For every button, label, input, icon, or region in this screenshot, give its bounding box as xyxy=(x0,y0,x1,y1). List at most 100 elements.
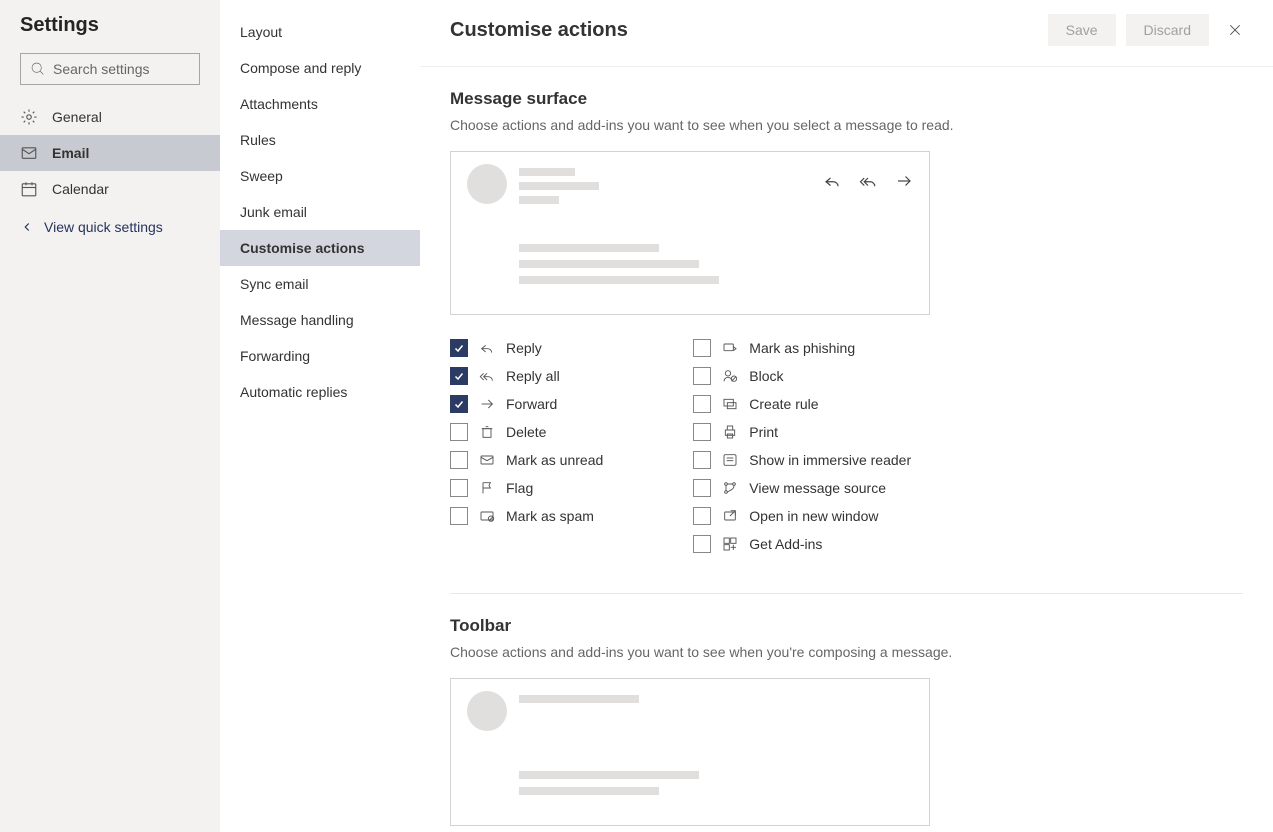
sidebar-item-email[interactable]: Email xyxy=(0,135,220,171)
action-mark-as-phishing[interactable]: Mark as phishing xyxy=(693,339,911,357)
action-label: Mark as spam xyxy=(506,508,594,524)
action-label: Show in immersive reader xyxy=(749,452,911,468)
flag-icon xyxy=(479,480,495,496)
preview-actions xyxy=(823,164,913,190)
checkbox[interactable] xyxy=(450,395,468,413)
checkbox[interactable] xyxy=(693,423,711,441)
toolbar-preview-card xyxy=(450,678,930,826)
action-label: View message source xyxy=(749,480,886,496)
action-label: Print xyxy=(749,424,778,440)
action-show-in-immersive-reader[interactable]: Show in immersive reader xyxy=(693,451,911,469)
reply-all-icon xyxy=(479,368,495,384)
forward-icon xyxy=(895,172,913,190)
checkbox[interactable] xyxy=(450,339,468,357)
subnav-item-message-handling[interactable]: Message handling xyxy=(220,302,420,338)
action-label: Delete xyxy=(506,424,546,440)
subnav-item-junk-email[interactable]: Junk email xyxy=(220,194,420,230)
subnav-item-compose-and-reply[interactable]: Compose and reply xyxy=(220,50,420,86)
action-icon xyxy=(721,340,739,356)
checkbox[interactable] xyxy=(450,507,468,525)
action-label: Block xyxy=(749,368,783,384)
sidebar-item-calendar[interactable]: Calendar xyxy=(0,171,220,207)
subnav-item-sweep[interactable]: Sweep xyxy=(220,158,420,194)
preview-body-lines xyxy=(519,771,913,795)
avatar-placeholder xyxy=(467,691,507,731)
window-icon xyxy=(722,508,738,524)
action-flag[interactable]: Flag xyxy=(450,479,603,497)
action-forward[interactable]: Forward xyxy=(450,395,603,413)
action-label: Reply xyxy=(506,340,542,356)
save-button[interactable]: Save xyxy=(1048,14,1116,46)
action-view-message-source[interactable]: View message source xyxy=(693,479,911,497)
action-create-rule[interactable]: Create rule xyxy=(693,395,911,413)
main-header: Customise actions Save Discard xyxy=(420,0,1273,60)
checkbox[interactable] xyxy=(450,451,468,469)
checkbox[interactable] xyxy=(693,339,711,357)
view-quick-settings[interactable]: View quick settings xyxy=(0,211,220,243)
action-label: Flag xyxy=(506,480,533,496)
action-label: Mark as phishing xyxy=(749,340,855,356)
action-icon xyxy=(478,452,496,468)
action-open-in-new-window[interactable]: Open in new window xyxy=(693,507,911,525)
checkbox[interactable] xyxy=(693,395,711,413)
block-icon xyxy=(722,368,738,384)
source-icon xyxy=(722,480,738,496)
close-icon xyxy=(1227,22,1243,38)
action-delete[interactable]: Delete xyxy=(450,423,603,441)
search-input[interactable] xyxy=(20,53,200,85)
reply-all-icon xyxy=(859,172,877,190)
action-icon xyxy=(721,508,739,524)
checkbox[interactable] xyxy=(693,367,711,385)
action-mark-as-unread[interactable]: Mark as unread xyxy=(450,451,603,469)
subnav-item-layout[interactable]: Layout xyxy=(220,14,420,50)
action-get-add-ins[interactable]: Get Add-ins xyxy=(693,535,911,553)
forward-icon xyxy=(479,396,495,412)
search-wrap xyxy=(20,53,200,85)
checkbox[interactable] xyxy=(450,423,468,441)
sidebar-item-label: Email xyxy=(52,145,89,161)
action-label: Get Add-ins xyxy=(749,536,822,552)
action-icon xyxy=(478,340,496,356)
subnav-item-customise-actions[interactable]: Customise actions xyxy=(220,230,420,266)
subnav-item-sync-email[interactable]: Sync email xyxy=(220,266,420,302)
preview-header-lines xyxy=(519,691,639,703)
action-reply[interactable]: Reply xyxy=(450,339,603,357)
search-icon xyxy=(30,61,46,77)
settings-title: Settings xyxy=(20,14,220,37)
discard-button[interactable]: Discard xyxy=(1126,14,1209,46)
subnav-item-attachments[interactable]: Attachments xyxy=(220,86,420,122)
checkbox[interactable] xyxy=(693,479,711,497)
action-block[interactable]: Block xyxy=(693,367,911,385)
subnav-item-rules[interactable]: Rules xyxy=(220,122,420,158)
print-icon xyxy=(722,424,738,440)
section-title-toolbar: Toolbar xyxy=(450,616,1243,636)
subnav-item-forwarding[interactable]: Forwarding xyxy=(220,338,420,374)
action-label: Reply all xyxy=(506,368,560,384)
rule-icon xyxy=(722,396,738,412)
settings-subnav: LayoutCompose and replyAttachmentsRulesS… xyxy=(220,0,420,832)
section-divider xyxy=(450,593,1243,594)
action-icon xyxy=(721,452,739,468)
action-reply-all[interactable]: Reply all xyxy=(450,367,603,385)
checkbox[interactable] xyxy=(450,479,468,497)
phish-icon xyxy=(722,340,738,356)
reply-icon xyxy=(823,172,841,190)
subnav-item-automatic-replies[interactable]: Automatic replies xyxy=(220,374,420,410)
content-scroll[interactable]: Message surface Choose actions and add-i… xyxy=(420,66,1273,832)
checkbox[interactable] xyxy=(450,367,468,385)
action-icon xyxy=(478,368,496,384)
mail-icon xyxy=(479,452,495,468)
action-mark-as-spam[interactable]: Mark as spam xyxy=(450,507,603,525)
action-icon xyxy=(721,536,739,552)
checkbox[interactable] xyxy=(693,507,711,525)
action-icon xyxy=(721,396,739,412)
sidebar-item-general[interactable]: General xyxy=(0,99,220,135)
action-icon xyxy=(721,480,739,496)
close-button[interactable] xyxy=(1227,22,1243,38)
action-print[interactable]: Print xyxy=(693,423,911,441)
action-label: Open in new window xyxy=(749,508,878,524)
mail-icon xyxy=(20,144,38,162)
checkbox[interactable] xyxy=(693,451,711,469)
view-quick-label: View quick settings xyxy=(44,219,163,235)
checkbox[interactable] xyxy=(693,535,711,553)
